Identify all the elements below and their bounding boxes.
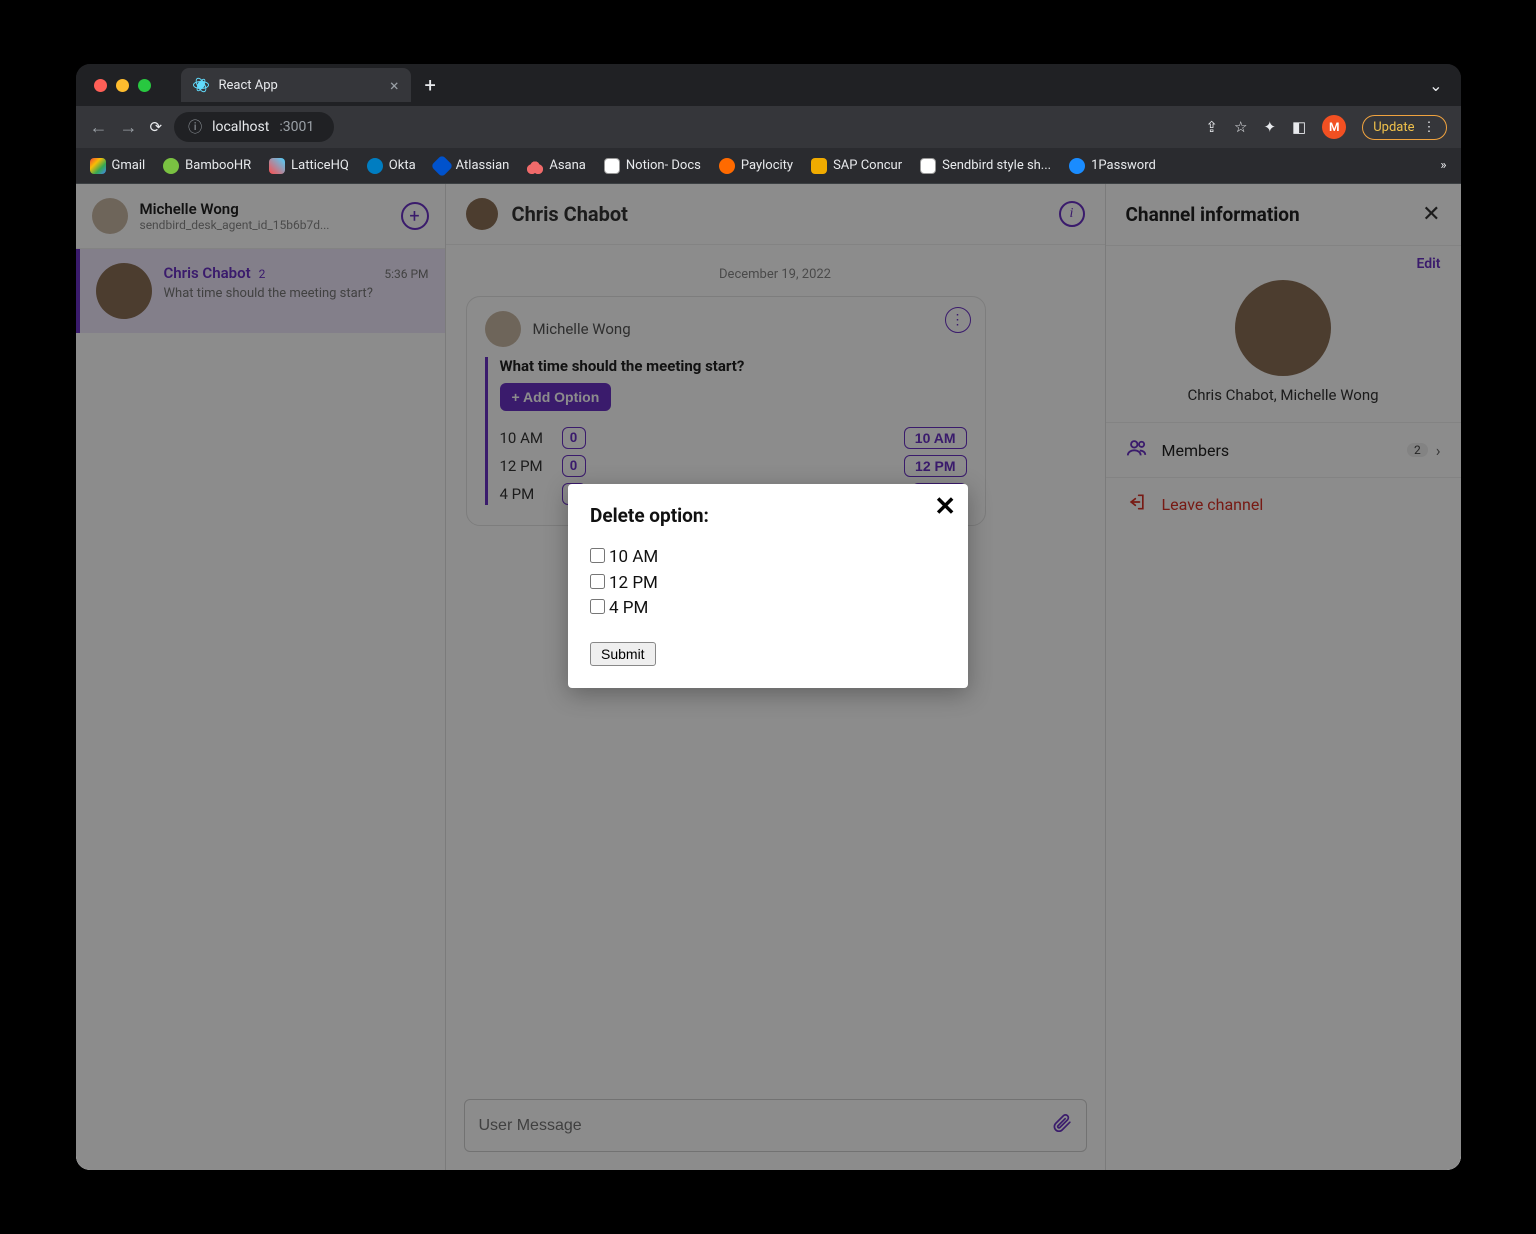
url-host: localhost (212, 119, 269, 135)
modal-overlay[interactable]: ✕ Delete option: 10 AM 12 PM 4 PM Submit (76, 184, 1461, 1170)
bookmarks-overflow-button[interactable]: » (1440, 158, 1446, 173)
bookmark-item[interactable]: Sendbird style sh... (920, 158, 1051, 174)
option-checkbox[interactable] (590, 574, 605, 589)
modal-option[interactable]: 12 PM (590, 571, 946, 597)
url-bar[interactable]: ⓘ localhost :3001 (174, 112, 334, 142)
option-checkbox[interactable] (590, 548, 605, 563)
bookmark-item[interactable]: LatticeHQ (269, 158, 349, 174)
share-icon[interactable]: ⇪ (1205, 118, 1218, 136)
site-info-icon[interactable]: ⓘ (188, 117, 202, 137)
bookmark-item[interactable]: Gmail (90, 158, 146, 174)
modal-option[interactable]: 10 AM (590, 545, 946, 571)
reload-button[interactable]: ⟳ (150, 118, 163, 136)
bookmark-item[interactable]: Paylocity (719, 158, 793, 174)
option-checkbox[interactable] (590, 599, 605, 614)
update-button[interactable]: Update ⋮ (1362, 115, 1446, 140)
menu-icon[interactable]: ⋮ (1423, 120, 1436, 135)
extensions-icon[interactable]: ✦ (1263, 118, 1276, 136)
app-root: Michelle Wong sendbird_desk_agent_id_15b… (76, 184, 1461, 1170)
bookmark-icon[interactable]: ☆ (1234, 118, 1247, 136)
bookmark-item[interactable]: Asana (527, 158, 586, 174)
modal-close-button[interactable]: ✕ (934, 492, 956, 522)
new-tab-button[interactable]: + (425, 73, 436, 97)
titlebar: React App × + ⌄ (76, 64, 1461, 106)
modal-title: Delete option: (590, 504, 946, 527)
close-tab-button[interactable]: × (390, 76, 399, 95)
bookmark-item[interactable]: Atlassian (434, 158, 510, 174)
tab-dropdown-button[interactable]: ⌄ (1429, 76, 1442, 95)
bookmark-item[interactable]: Okta (367, 158, 416, 174)
tab-title: React App (219, 78, 278, 93)
browser-tab[interactable]: React App × (181, 68, 411, 102)
back-button[interactable]: ← (90, 117, 108, 138)
url-port: :3001 (279, 119, 314, 135)
forward-button[interactable]: → (120, 117, 138, 138)
bookmark-item[interactable]: BambooHR (163, 158, 251, 174)
submit-button[interactable]: Submit (590, 642, 656, 666)
maximize-window-button[interactable] (138, 79, 151, 92)
bookmarks-bar: Gmail BambooHR LatticeHQ Okta Atlassian … (76, 148, 1461, 184)
bookmark-item[interactable]: 1Password (1069, 158, 1156, 174)
toolbar-right: ⇪ ☆ ✦ ◧ M Update ⋮ (1205, 115, 1446, 140)
browser-toolbar: ← → ⟳ ⓘ localhost :3001 ⇪ ☆ ✦ ◧ M Update … (76, 106, 1461, 148)
window-controls (94, 79, 151, 92)
close-window-button[interactable] (94, 79, 107, 92)
bookmark-item[interactable]: Notion- Docs (604, 158, 701, 174)
modal-option[interactable]: 4 PM (590, 596, 946, 622)
react-icon (193, 77, 209, 93)
minimize-window-button[interactable] (116, 79, 129, 92)
bookmark-item[interactable]: SAP Concur (811, 158, 902, 174)
sidepanel-icon[interactable]: ◧ (1292, 118, 1306, 136)
delete-option-modal: ✕ Delete option: 10 AM 12 PM 4 PM Submit (568, 484, 968, 688)
update-label: Update (1373, 120, 1414, 135)
browser-window: React App × + ⌄ ← → ⟳ ⓘ localhost :3001 ⇪… (76, 64, 1461, 1170)
profile-avatar[interactable]: M (1322, 115, 1346, 139)
